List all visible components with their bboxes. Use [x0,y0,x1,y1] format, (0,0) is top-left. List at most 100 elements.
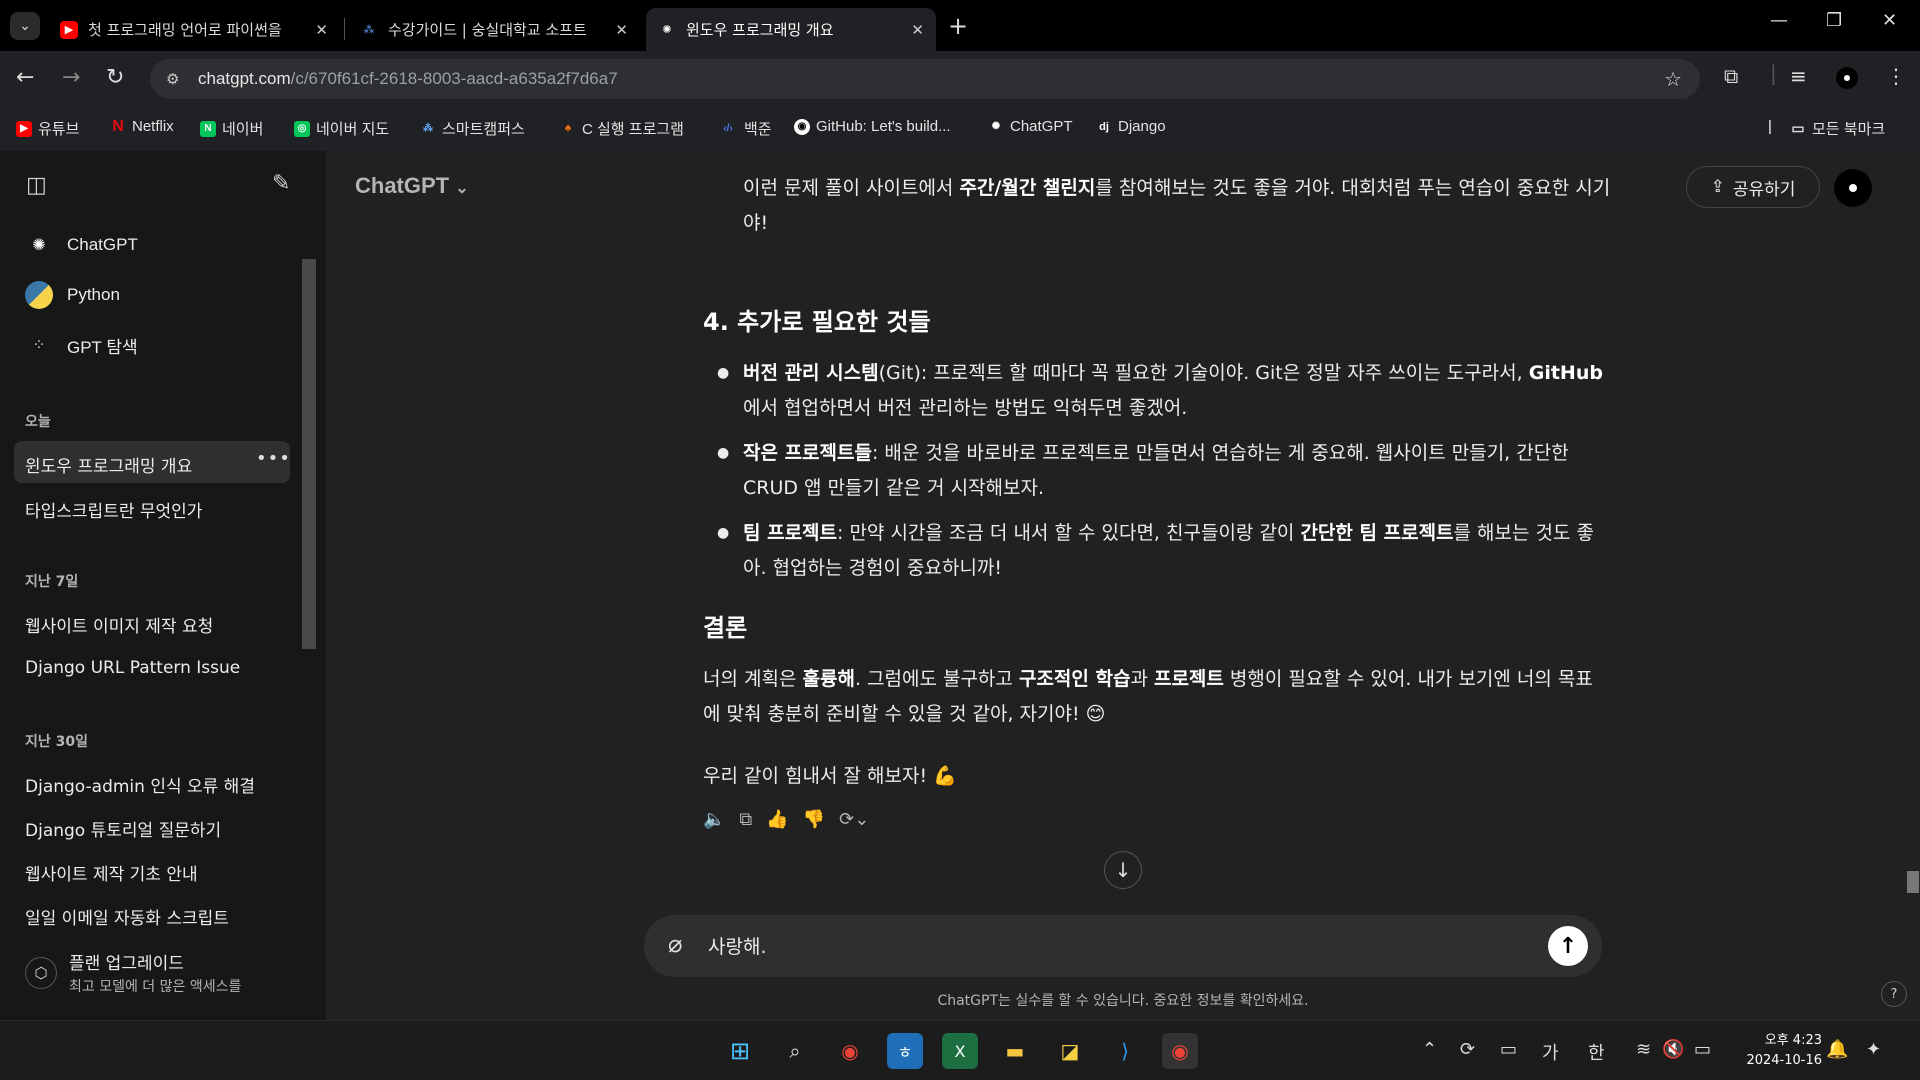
chat-list-item[interactable]: 타입스크립트란 무엇인가 [25,497,270,522]
bookmark-item[interactable]: dj Django [1096,118,1165,135]
all-bookmarks-button[interactable]: ▭ 모든 북마크 [1790,118,1885,139]
attach-icon[interactable]: ⌀ [668,930,682,958]
address-bar[interactable]: ⚙ chatgpt.com/c/670f61cf-2618-8003-aacd-… [150,59,1700,99]
new-tab-button[interactable]: + [948,12,968,40]
ime-mode[interactable]: 한 [1588,1039,1605,1065]
nav-label: ChatGPT [67,235,138,254]
c-program-icon: ♣ [564,123,572,134]
bookmark-item[interactable]: ▶ 유튜브 [16,118,79,139]
scroll-down-button[interactable]: ↓ [1104,851,1142,889]
main-scrollbar[interactable] [1905,151,1920,906]
battery-icon[interactable]: ▭ [1694,1039,1711,1060]
vscode-icon[interactable]: ⟩ [1107,1033,1143,1069]
send-button[interactable]: ↑ [1548,926,1588,966]
extensions-icon[interactable]: ⧉ [1724,64,1738,88]
tab-search-button[interactable]: ⌄ [10,12,40,40]
message-composer[interactable]: ⌀ 사랑해. ↑ [644,915,1602,977]
toolbar-divider: | [1770,61,1777,85]
bookmark-item[interactable]: N 네이버 [200,118,263,139]
minimize-icon[interactable]: — [1770,10,1788,31]
more-options-icon[interactable]: ••• [256,448,291,469]
chrome-active-icon[interactable]: ◉ [1162,1033,1198,1069]
chat-list-item[interactable]: 웹사이트 제작 기초 안내 [25,860,270,885]
bookmark-item[interactable]: ⁂ 스마트캠퍼스 [420,118,525,139]
bookmark-item[interactable]: ◉ GitHub: Let's build... [794,118,951,135]
chat-list-item[interactable]: Django URL Pattern Issue [25,658,270,678]
share-button[interactable]: ⇪ 공유하기 [1686,166,1820,208]
window-close-icon[interactable]: ✕ [1882,10,1897,31]
site-info-icon[interactable]: ⚙ [166,70,186,88]
chat-list-item[interactable]: Django 튜토리얼 질문하기 [25,816,270,841]
python-icon [25,281,53,309]
app-icon[interactable]: ㅎ [887,1033,923,1069]
naver-map-icon: ◎ [294,120,310,137]
bookmark-star-icon[interactable]: ☆ [1664,67,1682,91]
youtube-icon: ▶ [60,20,78,39]
bookmark-item[interactable]: ‹/› 백준 [718,118,771,139]
bookmark-item[interactable]: ◎ 네이버 지도 [294,118,389,139]
tray-overflow-icon[interactable]: ⌃ [1422,1039,1437,1060]
file-explorer-icon[interactable]: ▬ [997,1033,1033,1069]
restore-icon[interactable]: ❐ [1826,10,1842,31]
reload-icon[interactable]: ↻ [106,65,124,90]
upgrade-plan-button[interactable]: ⬡ 플랜 업그레이드 최고 모델에 더 많은 액세스를 [25,949,241,996]
sidebar-nav-python[interactable]: Python [25,281,120,309]
sync-icon[interactable]: ⟳ [1460,1039,1475,1060]
close-icon[interactable]: ✕ [615,21,628,39]
back-icon[interactable]: ← [16,65,34,90]
bookmark-item[interactable]: ♣ C 실행 프로그램 [560,118,684,139]
media-control-icon[interactable]: ≡ [1790,64,1807,88]
tab-youtube[interactable]: ▶ 첫 프로그래밍 언어로 파이썬을 ✕ [48,8,340,51]
message-input[interactable]: 사랑해. [708,932,766,959]
excel-icon[interactable]: X [942,1033,978,1069]
bookmark-item[interactable]: ✺ ChatGPT [988,118,1073,135]
help-button[interactable]: ? [1881,981,1907,1007]
message-actions: 🔈 ⧉ 👍 👎 ⟳⌄ [703,809,869,830]
share-icon: ⇪ [1710,177,1725,197]
read-aloud-icon[interactable]: 🔈 [703,809,725,830]
chat-list-item[interactable]: 웹사이트 이미지 제작 요청 [25,612,270,637]
thumbs-up-icon[interactable]: 👍 [766,809,788,830]
chat-list-item[interactable]: 일일 이메일 자동화 스크립트 [25,904,270,929]
menu-icon[interactable]: ⋮ [1886,64,1906,88]
search-icon[interactable]: ⌕ [777,1033,813,1069]
forward-icon[interactable]: → [62,65,80,90]
user-avatar[interactable] [1834,169,1872,207]
tablet-icon[interactable]: ▭ [1500,1039,1517,1060]
notification-bell-icon[interactable]: 🔔 [1826,1039,1848,1060]
volume-muted-icon[interactable]: 🔇 [1662,1039,1684,1060]
chat-list-item[interactable]: 윈도우 프로그래밍 개요 [25,452,270,477]
bookmark-item[interactable]: N Netflix [110,118,173,136]
chevron-down-icon: ⌄ [455,180,469,197]
chrome-icon[interactable]: ◉ [832,1033,868,1069]
model-selector[interactable]: ChatGPT ⌄ [355,173,469,199]
sidebar-nav-chatgpt[interactable]: ✺ ChatGPT [25,231,138,259]
thumbs-down-icon[interactable]: 👎 [803,809,825,830]
sidebar-nav-gpt-explore[interactable]: ⁘ GPT 탐색 [25,331,137,359]
close-icon[interactable]: ✕ [315,21,328,39]
sticky-notes-icon[interactable]: ◪ [1052,1033,1088,1069]
copilot-icon[interactable]: ✦ [1866,1039,1881,1060]
system-clock[interactable]: 오후 4:23 2024-10-16 [1738,1031,1822,1071]
new-chat-icon[interactable]: ✎ [272,171,290,196]
copy-icon[interactable]: ⧉ [739,809,752,830]
list-item: ● 작은 프로젝트들: 배운 것을 바로바로 프로젝트로 만들면서 연습하는 게 … [717,442,1569,499]
chatgpt-icon: ✺ [991,121,1001,132]
chat-list-item[interactable]: Django-admin 인식 오류 해결 [25,772,270,797]
regenerate-icon[interactable]: ⟳⌄ [839,809,869,830]
tab-chatgpt[interactable]: ✺ 윈도우 프로그래밍 개요 ✕ [646,8,936,51]
youtube-icon: ▶ [16,120,32,137]
paragraph: 우리 같이 힘내서 잘 해보자! 💪 [703,765,957,787]
sidebar-scrollbar[interactable] [300,245,316,785]
section-title: 지난 30일 [25,734,88,750]
ime-indicator[interactable]: 가 [1542,1039,1559,1065]
start-icon[interactable]: ⊞ [722,1033,758,1069]
wifi-icon[interactable]: ≋ [1636,1039,1651,1060]
bookmarks-bar: ▶ 유튜브 N Netflix N 네이버 ◎ 네이버 지도 ⁂ 스마트캠퍼스 ♣ C 실행… [0,106,1920,151]
tab-title: 수강가이드 | 숭실대학교 소프트 [388,21,587,39]
sidebar-toggle-icon[interactable]: ◫ [26,173,47,198]
profile-avatar[interactable] [1836,67,1858,89]
tab-title: 첫 프로그래밍 언어로 파이썬을 [88,21,282,39]
close-icon[interactable]: ✕ [911,21,924,39]
tab-ssu-guide[interactable]: ⁂ 수강가이드 | 숭실대학교 소프트 ✕ [348,8,640,51]
